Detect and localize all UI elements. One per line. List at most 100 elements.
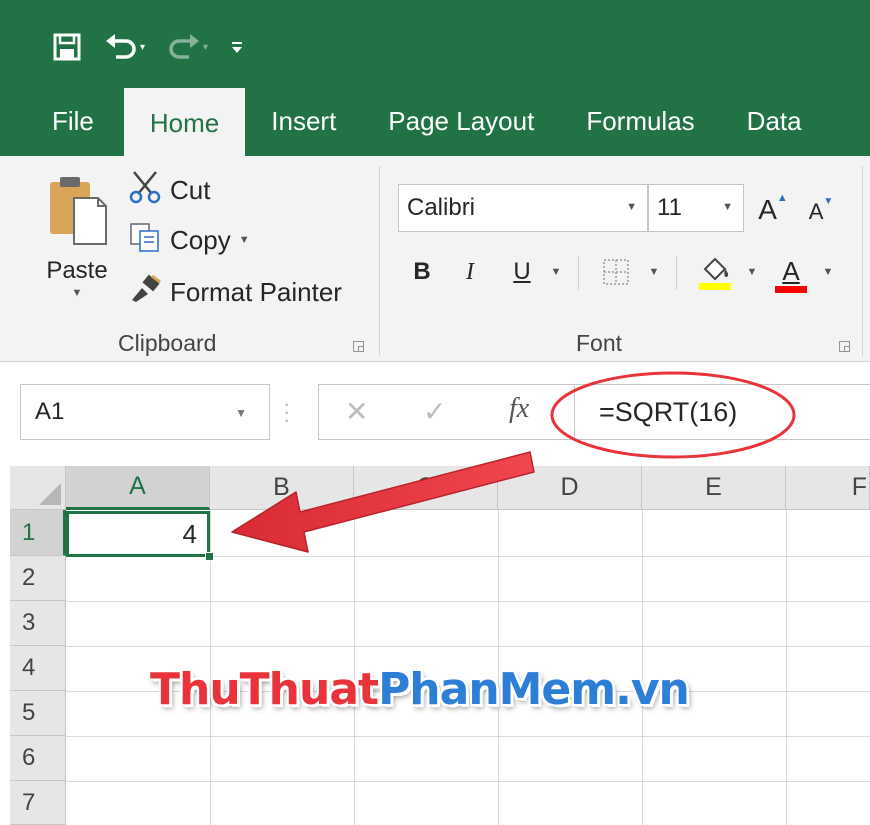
tab-home[interactable]: Home: [123, 88, 246, 158]
grow-arrow-icon: ▲: [776, 192, 788, 204]
redo-icon[interactable]: ▾: [167, 33, 208, 61]
font-size-value: 11: [657, 194, 682, 221]
shrink-arrow-icon: ▼: [823, 195, 834, 207]
column-header-c[interactable]: C: [354, 466, 498, 510]
redo-dropdown-icon[interactable]: ▾: [203, 42, 208, 53]
font-color-dropdown-icon[interactable]: ▼: [820, 264, 836, 280]
borders-button[interactable]: [596, 254, 636, 294]
font-family-value: Calibri: [407, 194, 476, 221]
scissors-icon: [128, 170, 162, 211]
underline-dropdown-icon[interactable]: ▼: [548, 264, 564, 280]
tab-file[interactable]: File: [0, 86, 124, 156]
cancel-entry-icon[interactable]: ✕: [345, 395, 368, 428]
font-color-button[interactable]: A: [770, 252, 812, 298]
watermark-part-2: PhanMem.vn: [378, 664, 690, 715]
row-header-3[interactable]: 3: [10, 601, 66, 646]
brush-icon: [128, 274, 162, 311]
italic-button[interactable]: I: [452, 252, 488, 292]
font-group-label: Font: [576, 330, 623, 356]
copy-icon: [128, 221, 162, 260]
shrink-font-button[interactable]: A ▼: [806, 192, 836, 232]
bold-button[interactable]: B: [404, 252, 440, 292]
paint-bucket-icon: [697, 253, 733, 296]
italic-label: I: [466, 258, 474, 285]
column-header-a[interactable]: A: [66, 466, 210, 510]
paste-button[interactable]: Paste ▼: [38, 174, 116, 314]
fill-handle[interactable]: [205, 552, 214, 561]
copy-dropdown-icon[interactable]: ▼: [239, 234, 250, 246]
confirm-entry-icon[interactable]: ✓: [423, 395, 446, 428]
worksheet-grid: A B C D E F 1 2 3 4 5 6 7 4: [10, 466, 870, 825]
grow-font-icon: A: [758, 194, 777, 225]
gridline: [66, 601, 870, 602]
cut-label: Cut: [170, 174, 211, 205]
underline-label: U: [513, 258, 531, 285]
font-size-select[interactable]: 11 ▼: [648, 184, 744, 232]
cut-button[interactable]: Cut: [128, 170, 210, 210]
font-family-select[interactable]: Calibri ▼: [398, 184, 648, 232]
name-box-dropdown-icon[interactable]: ▼: [235, 406, 247, 420]
font-family-dropdown-icon[interactable]: ▼: [626, 201, 637, 213]
fill-color-dropdown-icon[interactable]: ▼: [744, 264, 760, 280]
group-divider: [379, 166, 380, 356]
ribbon-tabs: File Home Insert Page Layout Formulas Da…: [0, 86, 828, 158]
borders-dropdown-icon[interactable]: ▼: [646, 264, 662, 280]
bold-label: B: [413, 258, 431, 285]
select-all-corner[interactable]: [10, 466, 66, 510]
formula-text: =SQRT(16): [599, 396, 738, 427]
copy-label: Copy: [170, 224, 231, 255]
tab-insert[interactable]: Insert: [245, 86, 362, 156]
fill-color-button[interactable]: [694, 252, 736, 296]
grow-font-button[interactable]: A ▲: [756, 188, 790, 232]
watermark-logo: ThuThuatPhanMem.vn: [150, 664, 690, 715]
borders-icon: [601, 257, 631, 292]
formula-bar: A1 ▼ · · · ✕ ✓ fx =SQRT(16): [0, 362, 870, 466]
row-header-7[interactable]: 7: [10, 781, 66, 825]
quick-access-toolbar: ▾ ▾: [52, 24, 244, 70]
font-color-letter: A: [782, 255, 800, 286]
resize-grip-icon[interactable]: · · ·: [283, 393, 290, 431]
row-header-5[interactable]: 5: [10, 691, 66, 736]
font-launcher-icon[interactable]: ◲: [838, 337, 851, 354]
copy-button[interactable]: Copy ▼: [128, 220, 250, 260]
row-header-1[interactable]: 1: [10, 510, 66, 556]
title-bar: ▾ ▾ File Home Insert Page Layout Formula…: [0, 0, 870, 160]
toolbar-divider: [676, 256, 677, 290]
clipboard-launcher-icon[interactable]: ◲: [352, 337, 365, 354]
format-painter-label: Format Painter: [170, 276, 342, 307]
undo-dropdown-icon[interactable]: ▾: [140, 42, 145, 53]
save-icon[interactable]: [52, 32, 82, 62]
insert-function-icon[interactable]: fx: [509, 393, 529, 425]
name-box[interactable]: A1 ▼: [20, 384, 270, 440]
tab-data[interactable]: Data: [721, 86, 828, 156]
gridline: [66, 646, 870, 647]
paste-label: Paste: [46, 257, 108, 284]
paste-icon: [44, 177, 110, 250]
gridline: [66, 781, 870, 782]
cell-a1-value: 4: [182, 518, 197, 549]
watermark-part-1: ThuThuat: [150, 664, 379, 715]
clipboard-group-label: Clipboard: [118, 330, 217, 356]
column-header-f[interactable]: F: [786, 466, 870, 510]
paste-dropdown-icon[interactable]: ▼: [38, 287, 116, 299]
format-painter-button[interactable]: Format Painter: [128, 272, 342, 312]
row-header-2[interactable]: 2: [10, 556, 66, 601]
column-header-b[interactable]: B: [210, 466, 354, 510]
cell-a1[interactable]: 4: [66, 511, 210, 557]
customize-qat-icon[interactable]: [230, 39, 244, 55]
gridline: [786, 510, 787, 825]
row-header-6[interactable]: 6: [10, 736, 66, 781]
font-size-dropdown-icon[interactable]: ▼: [722, 201, 733, 213]
formula-bar-buttons: ✕ ✓ fx: [318, 384, 574, 440]
column-header-e[interactable]: E: [642, 466, 786, 510]
tab-formulas[interactable]: Formulas: [560, 86, 720, 156]
group-divider: [862, 166, 863, 356]
formula-input[interactable]: =SQRT(16): [574, 384, 870, 440]
row-header-4[interactable]: 4: [10, 646, 66, 691]
tab-page-layout[interactable]: Page Layout: [362, 86, 560, 156]
undo-icon[interactable]: ▾: [104, 33, 145, 61]
gridline: [66, 736, 870, 737]
column-header-d[interactable]: D: [498, 466, 642, 510]
underline-button[interactable]: U: [502, 252, 542, 292]
shrink-font-icon: A: [808, 199, 824, 224]
